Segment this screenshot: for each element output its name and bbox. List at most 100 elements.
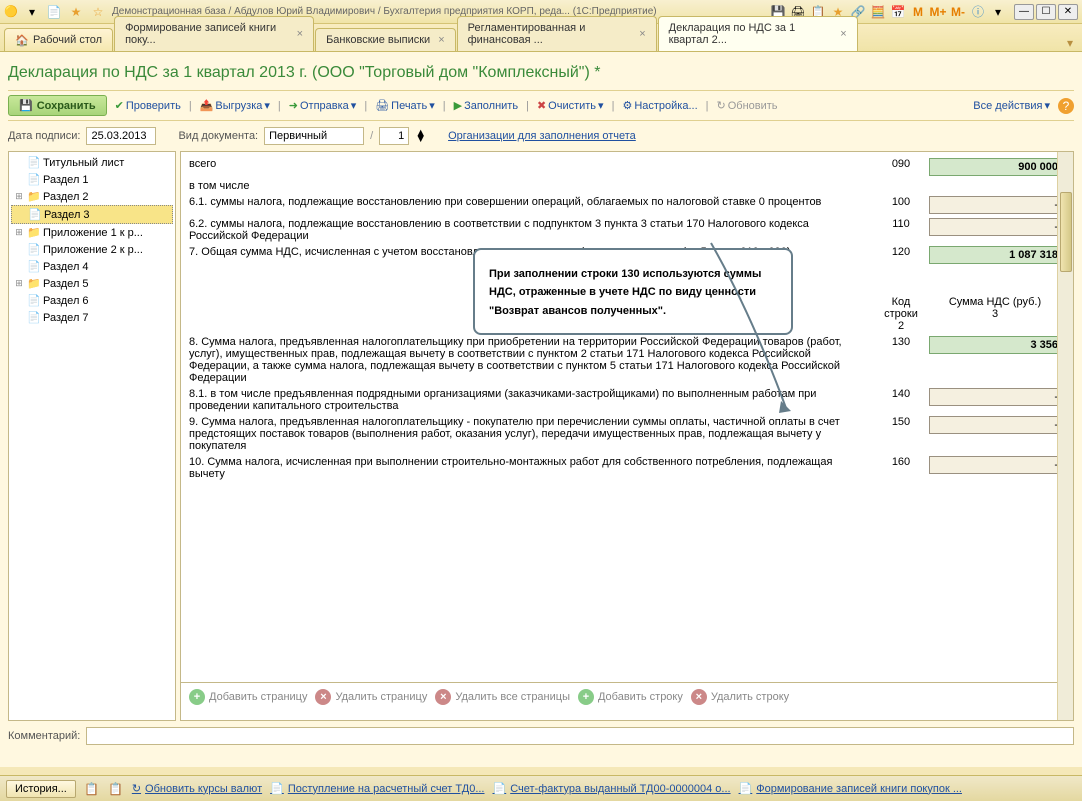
value-box[interactable]: - <box>929 218 1065 236</box>
page-title: Декларация по НДС за 1 квартал 2013 г. (… <box>8 60 1074 90</box>
comment-label: Комментарий: <box>8 730 80 742</box>
clear-button[interactable]: ✖Очистить▾ <box>533 97 608 114</box>
close-icon[interactable]: × <box>840 28 846 40</box>
doc-panel: всего090900 000в том числе6.1. суммы нал… <box>180 151 1074 721</box>
star-icon[interactable]: ★ <box>68 4 84 20</box>
doc-toolbar: +Добавить страницу ×Удалить страницу ×Уд… <box>181 682 1073 710</box>
add-page-button[interactable]: +Добавить страницу <box>189 689 307 705</box>
check-button[interactable]: ✔Проверить <box>111 97 185 114</box>
home-icon: 🏠 <box>15 34 29 46</box>
tree-item[interactable]: 📄Раздел 1 <box>11 171 173 188</box>
close-button[interactable]: ✕ <box>1058 4 1078 20</box>
form-row: Дата подписи: Вид документа: / ▲▼ Органи… <box>8 121 1074 151</box>
print-button[interactable]: 🖨Печать▾ <box>371 97 439 114</box>
save-icon: 💾 <box>19 99 33 112</box>
tab-home[interactable]: 🏠 Рабочий стол <box>4 28 113 51</box>
send-button[interactable]: ➜Отправка▾ <box>285 97 361 114</box>
fill-button[interactable]: ▶Заполнить <box>450 97 522 114</box>
comment-row: Комментарий: <box>8 721 1074 745</box>
add-row-button[interactable]: +Добавить строку <box>578 689 683 705</box>
scrollbar-thumb[interactable] <box>1060 192 1072 272</box>
history-button[interactable]: История... <box>6 780 76 798</box>
m-minus-btn[interactable]: M- <box>950 4 966 20</box>
star2-icon[interactable]: ☆ <box>90 4 106 20</box>
tree-item[interactable]: 📄Раздел 7 <box>11 309 173 326</box>
tree-item[interactable]: ⊞📁Приложение 1 к р... <box>11 224 173 241</box>
doc-row: 8. Сумма налога, предъявленная налогопла… <box>189 334 1065 386</box>
doctype-label: Вид документа: <box>178 130 258 142</box>
sb-link-2[interactable]: 📄Счет-фактура выданный ТД00-0000004 о... <box>493 782 731 795</box>
doc-row: 6.1. суммы налога, подлежащие восстановл… <box>189 194 1065 216</box>
export-button[interactable]: 📤Выгрузка▾ <box>196 97 274 114</box>
tree-item[interactable]: 📄Раздел 6 <box>11 292 173 309</box>
settings-button[interactable]: ⚙Настройка... <box>618 97 701 114</box>
doc-scroll[interactable]: всего090900 000в том числе6.1. суммы нал… <box>181 152 1073 682</box>
sb-link-0[interactable]: ↻Обновить курсы валют <box>132 782 262 795</box>
tab-4[interactable]: Декларация по НДС за 1 квартал 2...× <box>658 16 858 51</box>
tree-panel: 📄Титульный лист📄Раздел 1⊞📁Раздел 2📄Разде… <box>8 151 176 721</box>
save-button[interactable]: 💾Сохранить <box>8 95 107 116</box>
callout: При заполнении строки 130 используются с… <box>473 248 793 335</box>
value-box[interactable]: 900 000 <box>929 158 1065 176</box>
app-icon: 🟡 <box>4 5 18 19</box>
sb-icon1[interactable]: 📋 <box>84 781 100 797</box>
cal-icon[interactable]: 📅 <box>890 4 906 20</box>
value-box[interactable]: 3 356 <box>929 336 1065 354</box>
spin-down[interactable]: ▼ <box>415 136 426 142</box>
value-box[interactable]: 1 087 318 <box>929 246 1065 264</box>
dd2-icon[interactable]: ▾ <box>990 4 1006 20</box>
tabs-row: 🏠 Рабочий стол Формирование записей книг… <box>0 24 1082 52</box>
tree-item[interactable]: 📄Приложение 2 к р... <box>11 241 173 258</box>
close-icon[interactable]: × <box>438 34 444 46</box>
doctype-input[interactable] <box>264 127 364 145</box>
dropdown-icon[interactable]: ▾ <box>24 4 40 20</box>
content: Декларация по НДС за 1 квартал 2013 г. (… <box>0 52 1082 767</box>
doc-row: всего090900 000 <box>189 156 1065 178</box>
close-icon[interactable]: × <box>639 28 645 40</box>
value-box[interactable]: - <box>929 196 1065 214</box>
tree-item[interactable]: ⊞📁Раздел 2 <box>11 188 173 205</box>
doc-row: 6.2. суммы налога, подлежащие восстановл… <box>189 216 1065 244</box>
sb-link-1[interactable]: 📄Поступление на расчетный счет ТД0... <box>270 782 484 795</box>
del-page-button[interactable]: ×Удалить страницу <box>315 689 427 705</box>
toolbar: 💾Сохранить ✔Проверить | 📤Выгрузка▾ | ➜От… <box>8 90 1074 121</box>
tab-3[interactable]: Регламентированная и финансовая ...× <box>457 16 657 51</box>
sb-icon2[interactable]: 📋 <box>108 781 124 797</box>
value-box[interactable]: - <box>929 416 1065 434</box>
date-input[interactable] <box>86 127 156 145</box>
main-split: 📄Титульный лист📄Раздел 1⊞📁Раздел 2📄Разде… <box>8 151 1074 721</box>
date-label: Дата подписи: <box>8 130 80 142</box>
close-icon[interactable]: × <box>297 28 303 40</box>
del-all-button[interactable]: ×Удалить все страницы <box>435 689 570 705</box>
new-icon[interactable]: 📄 <box>46 4 62 20</box>
doc-row: 9. Сумма налога, предъявленная налогопла… <box>189 414 1065 454</box>
calc-icon[interactable]: 🧮 <box>870 4 886 20</box>
m-plus-btn[interactable]: M+ <box>930 4 946 20</box>
doc-row: в том числе <box>189 178 1065 194</box>
info-icon[interactable]: ⓘ <box>970 4 986 20</box>
comment-input[interactable] <box>86 727 1074 745</box>
max-button[interactable]: ☐ <box>1036 4 1056 20</box>
m-btn[interactable]: M <box>910 4 926 20</box>
del-row-button[interactable]: ×Удалить строку <box>691 689 789 705</box>
page-num-input[interactable] <box>379 127 409 145</box>
help-icon[interactable]: ? <box>1058 98 1074 114</box>
value-box[interactable]: - <box>929 388 1065 406</box>
min-button[interactable]: — <box>1014 4 1034 20</box>
tab-1[interactable]: Формирование записей книги поку...× <box>114 16 314 51</box>
all-actions-button[interactable]: Все действия▾ <box>969 97 1054 114</box>
org-link[interactable]: Организации для заполнения отчета <box>448 130 636 142</box>
tabs-menu-icon[interactable]: ▾ <box>1062 35 1078 51</box>
tab-2[interactable]: Банковские выписки× <box>315 28 456 51</box>
tree-item[interactable]: 📄Раздел 3 <box>11 205 173 224</box>
doc-row: 10. Сумма налога, исчисленная при выполн… <box>189 454 1065 482</box>
sb-link-3[interactable]: 📄Формирование записей книги покупок ... <box>739 782 962 795</box>
tree-item[interactable]: 📄Титульный лист <box>11 154 173 171</box>
tree-item[interactable]: ⊞📁Раздел 5 <box>11 275 173 292</box>
tree-item[interactable]: 📄Раздел 4 <box>11 258 173 275</box>
tab-home-label: Рабочий стол <box>33 34 102 46</box>
scrollbar[interactable] <box>1057 152 1073 720</box>
value-box[interactable]: - <box>929 456 1065 474</box>
statusbar: История... 📋 📋 ↻Обновить курсы валют 📄По… <box>0 775 1082 801</box>
refresh-button[interactable]: ↻Обновить <box>713 97 782 114</box>
